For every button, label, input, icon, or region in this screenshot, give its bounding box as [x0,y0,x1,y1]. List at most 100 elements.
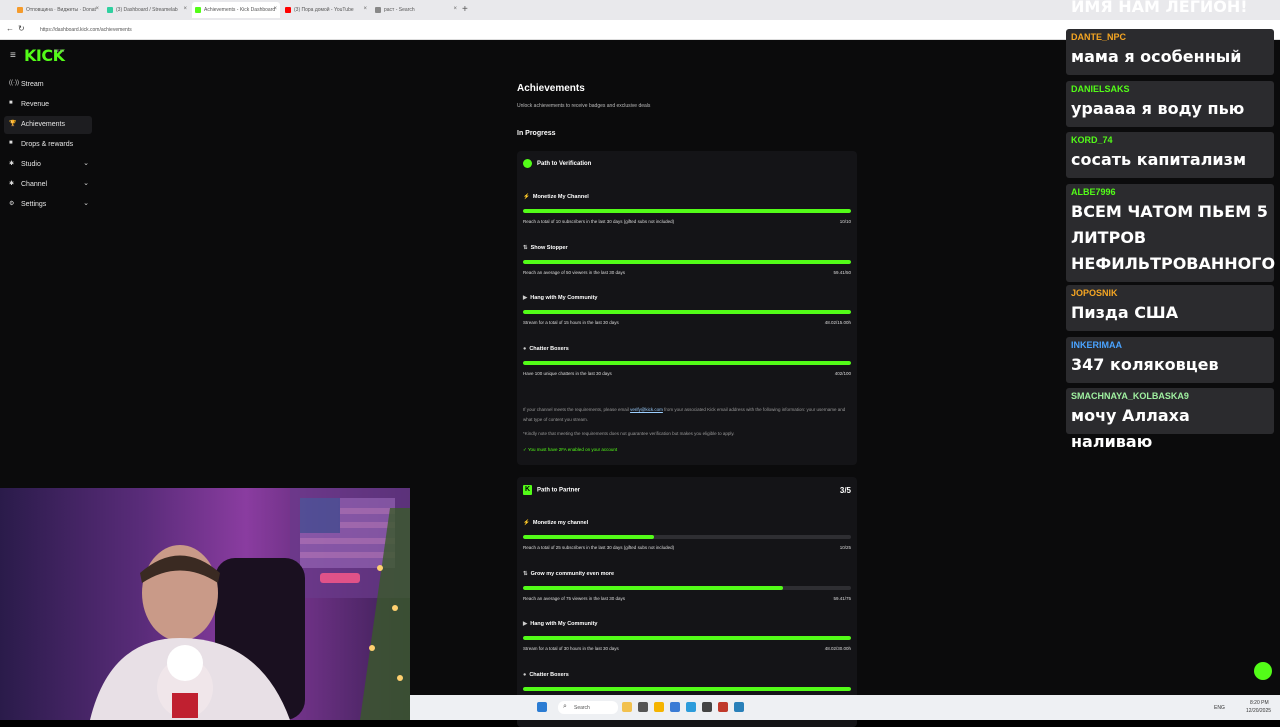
reload-icon[interactable]: ↻ [18,24,25,33]
clock-time[interactable]: 8:20 PM [1250,700,1269,706]
search-icon: ⌕ [563,703,567,710]
chat-username[interactable]: DANTE_NPC [1071,32,1126,42]
page-subtitle: Unlock achievements to receive badges an… [517,103,651,109]
sidebar-item-drops-rewards[interactable]: ■ Drops & rewards [4,136,92,154]
sidebar-item-label: Studio [21,161,41,168]
trophy-icon: 🏆 [9,121,17,127]
chat-username[interactable]: JOPOSNIK [1071,288,1118,298]
progress-bar [523,259,851,264]
achievement-progress-value: 59.41/50 [833,269,851,275]
achievement-icon: ⇅ [523,570,528,577]
url-field[interactable]: https://dashboard.kick.com/achievements [40,27,132,33]
sidebar-item-label: Revenue [21,101,50,108]
chat-message: DANTE_NPC мама я особенный [1066,29,1274,75]
chat-message-text: мама я особенный [1071,47,1242,66]
studio-icon: ✱ [9,161,15,167]
chat-overlay: ИМЯ НАМ ЛЕГИОН! DANTE_NPC мама я особенны… [1066,0,1280,451]
tab-label: (3) Dashboard / Streamelab [116,7,178,13]
browser-tab[interactable]: Achievements - Kick Dashboard × [192,2,280,18]
achievement-progress-value: 402/100 [834,370,851,376]
chevron-down-icon[interactable]: ⌄ [83,199,89,207]
taskbar-app-icon[interactable] [718,702,728,712]
sidebar-item-studio[interactable]: ✱ Studio ⌄ [4,156,92,174]
chat-username[interactable]: ALBE7996 [1071,187,1116,197]
tab-close-icon[interactable]: × [183,6,187,12]
tab-close-icon[interactable]: × [453,6,457,12]
channel-icon: ✱ [9,181,15,187]
chat-username[interactable]: SMACHNAYA_KOLBASKA9 [1071,391,1189,401]
verification-note: *Kindly note that meeting the requiremen… [523,431,735,436]
sidebar-item-stream[interactable]: ((·)) Stream [4,76,92,94]
browser-tab[interactable]: (3) Пора домой - YouTube × [282,2,370,18]
chat-username[interactable]: KORD_74 [1071,135,1113,145]
chat-message: DANIELSAKS урааaa я воду пью [1066,81,1274,127]
taskbar-app-icon[interactable] [702,702,712,712]
chat-message-text: Пизда США [1071,303,1179,322]
start-icon[interactable] [537,702,547,712]
revenue-icon: ■ [9,100,13,106]
sidebar-item-achievements[interactable]: 🏆 Achievements [4,116,92,134]
browser-tab[interactable]: (3) Dashboard / Streamelab × [104,2,190,18]
tab-close-icon[interactable]: × [273,6,277,12]
progress-bar [523,360,851,365]
taskbar-app-icon[interactable] [638,702,648,712]
edge-browser-icon[interactable] [686,702,696,712]
achievement-icon: ▶ [523,295,528,301]
progress-bar-fill [523,686,851,691]
chat-username[interactable]: INKERIMAA [1071,340,1122,350]
back-icon[interactable]: ← [6,24,14,33]
browser-tab[interactable]: Отповщина · Виджеты · Donat × [14,2,102,18]
taskbar-search[interactable]: ⌕ Search [558,701,618,714]
chevron-down-icon[interactable]: ⌄ [83,159,89,167]
sidebar-item-settings[interactable]: ⚙ Settings ⌄ [4,196,92,214]
chat-message-text: урааaa я воду пью [1071,99,1245,118]
tab-favicon-icon [195,7,201,13]
sidebar-item-label: Settings [21,201,47,208]
verification-info: If your channel meets the requirements, … [523,407,846,422]
progress-bar [523,686,851,691]
tab-close-icon[interactable]: × [95,6,99,12]
progress-bar-fill [523,209,851,213]
sidebar-item-revenue[interactable]: ■ Revenue [4,96,92,114]
sidebar-item-label: Channel [21,181,48,188]
chat-message-text: ВСЕМ ЧАТОМ ПЬЕМ 5 ЛИТРОВ НЕФИЛЬТРОВАННОГ… [1071,202,1276,273]
achievement-icon: ⚡ [523,194,530,200]
file-explorer-icon[interactable] [654,702,664,712]
section-in-progress: In Progress [517,130,556,137]
chat-bubble-button[interactable] [1254,662,1272,680]
progress-bar-fill [523,535,655,539]
broadcast-icon: ((·)) [9,80,19,86]
achievement-progress-value: 10/10 [839,219,851,224]
chat-username[interactable]: DANIELSAKS [1071,84,1130,94]
chevron-down-icon[interactable]: ⌄ [83,179,89,187]
verify-email-link[interactable]: verify@kick.com [630,407,663,412]
language-indicator[interactable]: ENG [1214,705,1225,711]
achievement-description: Reach an average of 50 viewers in the la… [523,269,626,275]
clock-date[interactable]: 12/20/2025 [1246,708,1271,714]
taskbar-app-icon[interactable] [622,702,632,712]
achievement-item: ● Chatter Boxers Have 100 unique chatters … [523,346,851,392]
tab-close-icon[interactable]: × [363,6,367,12]
sidebar-item-label: Achievements [21,121,65,128]
gift-icon: ■ [9,140,13,146]
achievement-description: Stream for a total of 30 hours in the la… [523,646,619,651]
achievement-description: Reach a total of 25 subscribers in the l… [523,545,675,550]
sidebar-item-channel[interactable]: ✱ Channel ⌄ [4,176,92,194]
tab-favicon-icon [375,7,381,13]
partner-card-title: K Path to Partner [523,485,581,495]
progress-bar-fill [523,585,783,590]
steam-icon[interactable] [734,702,744,712]
progress-bar [523,310,851,314]
kick-k-icon: K [523,485,532,495]
achievement-icon: ● [523,671,527,678]
achievement-name: ● Chatter Boxers [523,345,569,352]
logo-beta-mark: BETA [54,48,65,53]
browser-tab[interactable]: раст - Search × [372,2,460,18]
taskbar-app-icon[interactable] [670,702,680,712]
new-tab-button[interactable]: + [462,4,468,15]
verification-card-title: Path to Verification [523,159,591,168]
tab-label: Отповщина · Виджеты · Donat [26,7,96,13]
windows-taskbar: ⌕ Search ENG 8:20 PM 12/20/2025 [410,695,1280,720]
chat-message: ALBE7996 ВСЕМ ЧАТОМ ПЬЕМ 5 ЛИТРОВ НЕФИЛЬТ… [1066,184,1276,282]
hamburger-menu-icon[interactable]: ≡ [10,50,16,61]
